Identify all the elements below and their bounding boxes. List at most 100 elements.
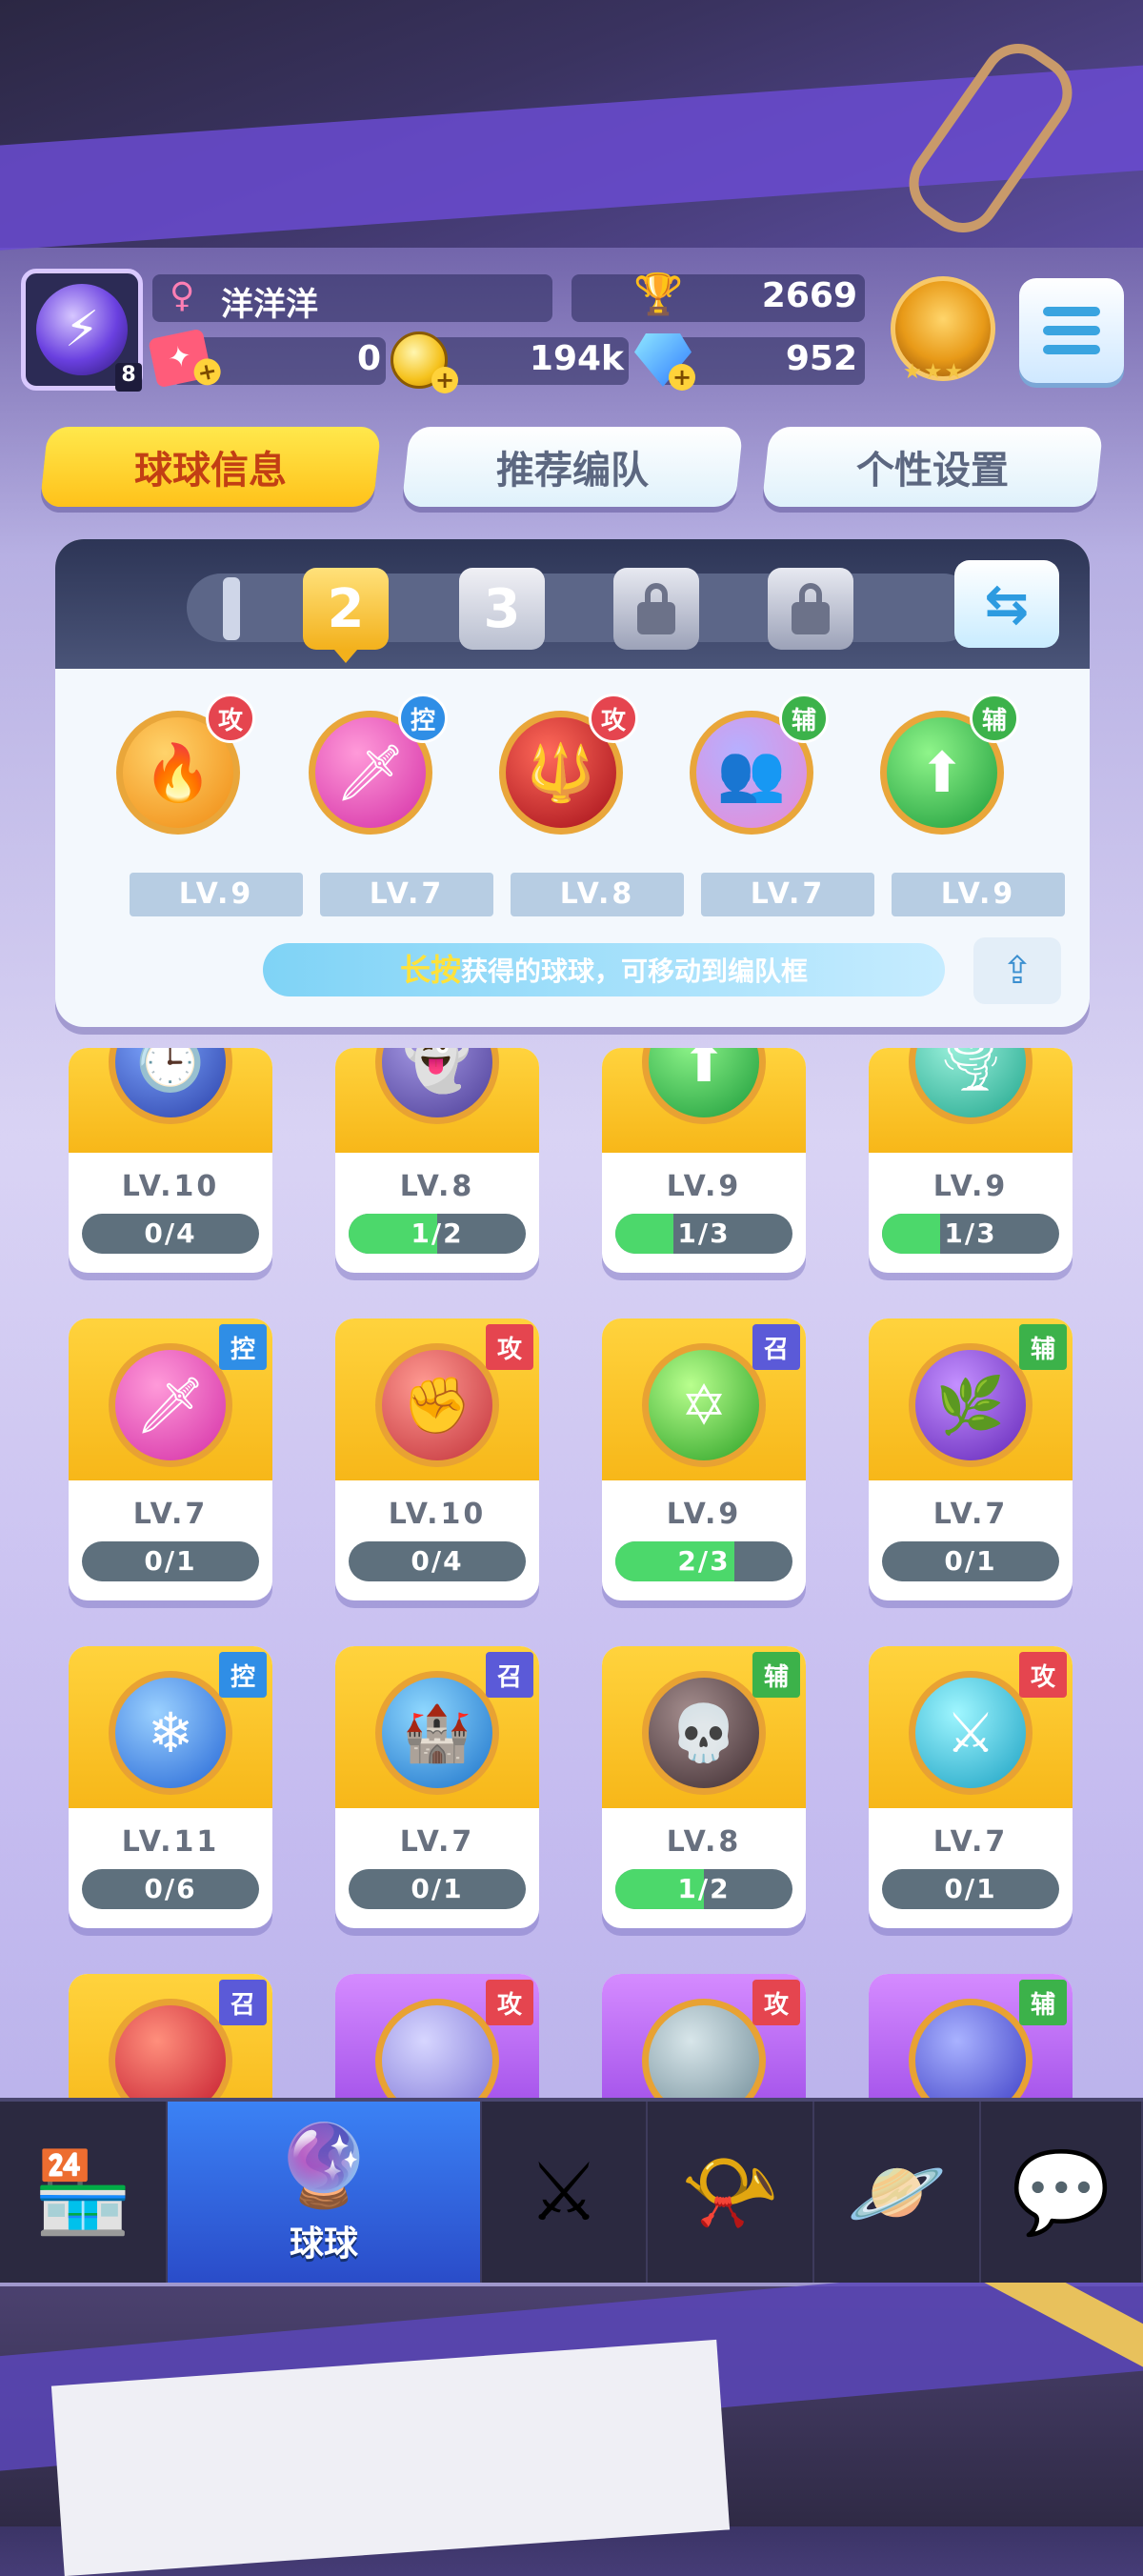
card-progress-bar: 0/1: [349, 1869, 526, 1909]
role-badge: 召: [486, 1652, 533, 1698]
ball-level: LV.7: [932, 1825, 1009, 1859]
team-ball-level: LV.9: [130, 873, 303, 916]
team-ball-level: LV.8: [511, 873, 684, 916]
ball-icon: ✡: [642, 1343, 766, 1467]
team-ball-level: LV.9: [892, 873, 1065, 916]
role-badge: 攻: [486, 1324, 533, 1370]
nav-item[interactable]: ⚔: [482, 2102, 648, 2283]
card-progress-text: 0/1: [144, 1545, 197, 1577]
role-badge: 辅: [1019, 1324, 1067, 1370]
hint-highlight: 长按: [399, 952, 461, 988]
ball-card[interactable]: ⬆ LV.9 1/3: [602, 1048, 806, 1273]
ball-card[interactable]: 💀 辅 LV.8 1/2: [602, 1646, 806, 1928]
avatar-orb-icon: ⚡: [36, 284, 128, 375]
ball-level: LV.9: [932, 1170, 1009, 1203]
role-badge: 攻: [206, 694, 255, 743]
balls-icon: 🔮: [273, 2118, 374, 2212]
ball-card[interactable]: 🏰 召 LV.7 0/1: [335, 1646, 539, 1928]
team-ball-level: LV.7: [320, 873, 493, 916]
nav-item[interactable]: 📯: [648, 2102, 814, 2283]
tab-label: 推荐编队: [496, 449, 649, 493]
team-ball[interactable]: 🔱 攻: [490, 694, 638, 844]
card-progress-text: 0/1: [944, 1545, 997, 1577]
team-slot-2[interactable]: 2: [303, 568, 389, 663]
role-badge: 辅: [970, 694, 1019, 743]
ticket-icon[interactable]: ✦ +: [148, 328, 224, 389]
team-slot-1[interactable]: [223, 577, 240, 640]
shop-icon: 🏪: [32, 2144, 133, 2239]
card-progress-bar: 0/1: [882, 1541, 1059, 1581]
ball-card[interactable]: 🕒 LV.10 0/4: [69, 1048, 272, 1273]
card-progress-text: 1/3: [944, 1218, 997, 1249]
team-ball[interactable]: 🔥 攻: [107, 694, 255, 844]
menu-button[interactable]: [1019, 278, 1124, 383]
coin-count: 194k: [529, 339, 624, 378]
nav-item[interactable]: 🔮 球球: [168, 2102, 482, 2283]
ball-card[interactable]: 🌪 LV.9 1/3: [869, 1048, 1073, 1273]
ball-level: LV.11: [121, 1825, 220, 1859]
bottom-nav: 🏪 🔮 球球 ⚔ 📯 🪐 💬: [0, 2098, 1143, 2283]
ball-icon: ✊: [375, 1343, 499, 1467]
card-progress-text: 0/1: [944, 1873, 997, 1904]
ball-level: LV.8: [666, 1825, 742, 1859]
team-ball-level: LV.7: [701, 873, 874, 916]
card-progress-text: 0/6: [144, 1873, 197, 1904]
ball-card[interactable]: ✊ 攻 LV.10 0/4: [335, 1318, 539, 1600]
tab-ball-info[interactable]: 球球信息: [39, 427, 382, 507]
tab-recommended-team[interactable]: 推荐编队: [401, 427, 744, 507]
swap-button[interactable]: ⇆: [954, 560, 1059, 648]
nav-item[interactable]: 💬: [981, 2102, 1143, 2283]
ticket-count: 0: [356, 339, 381, 378]
menu-line: [1043, 345, 1100, 354]
ball-level: LV.9: [666, 1498, 742, 1531]
coin-icon[interactable]: +: [391, 332, 458, 393]
share-button[interactable]: ⇪: [973, 937, 1061, 1004]
card-progress-text: 1/2: [677, 1873, 731, 1904]
battle-icon: ⚔: [528, 2145, 600, 2239]
team-slot-locked[interactable]: [613, 568, 699, 650]
role-badge: 攻: [752, 1980, 800, 2025]
ball-icon: 💀: [642, 1671, 766, 1795]
nav-item[interactable]: 🏪: [0, 2102, 168, 2283]
tab-label: 个性设置: [856, 449, 1009, 493]
whistle-icon: 📯: [680, 2144, 780, 2239]
chat-icon: 💬: [1011, 2144, 1112, 2239]
player-avatar[interactable]: ⚡ 8: [21, 269, 143, 392]
team-ball[interactable]: ⬆ 辅: [871, 694, 1019, 844]
share-icon: ⇪: [1001, 949, 1033, 993]
ball-card[interactable]: 🗡 控 LV.7 0/1: [69, 1318, 272, 1600]
role-badge: 控: [219, 1324, 267, 1370]
role-badge: 辅: [779, 694, 829, 743]
ball-card[interactable]: ❄ 控 LV.11 0/6: [69, 1646, 272, 1928]
nav-item[interactable]: 🪐: [814, 2102, 981, 2283]
role-badge: 辅: [752, 1652, 800, 1698]
team-ball[interactable]: 👥 辅: [680, 694, 829, 844]
ball-card[interactable]: ✡ 召 LV.9 2/3: [602, 1318, 806, 1600]
lock-icon: [637, 583, 675, 634]
card-progress-bar: 0/4: [82, 1214, 259, 1254]
ball-icon: 🌿: [909, 1343, 1033, 1467]
role-badge: 攻: [589, 694, 638, 743]
card-progress-bar: 2/3: [615, 1541, 792, 1581]
gem-plus-icon[interactable]: +: [669, 364, 695, 391]
trophy-count: 2669: [761, 276, 857, 315]
ball-level: LV.8: [399, 1170, 475, 1203]
card-progress-bar: 1/3: [615, 1214, 792, 1254]
ball-card[interactable]: 🌿 辅 LV.7 0/1: [869, 1318, 1073, 1600]
team-slot-locked[interactable]: [768, 568, 853, 650]
ball-icon: ⚔: [909, 1671, 1033, 1795]
planet-icon: 🪐: [847, 2144, 947, 2239]
ball-card[interactable]: 👻 LV.8 1/2: [335, 1048, 539, 1273]
tab-personal-settings[interactable]: 个性设置: [761, 427, 1104, 507]
gem-count: 952: [785, 339, 857, 378]
card-progress-text: 0/1: [411, 1873, 464, 1904]
long-press-hint: 长按获得的球球，可移动到编队框: [263, 943, 945, 996]
card-progress-bar: 1/2: [615, 1869, 792, 1909]
team-slot-3[interactable]: 3: [459, 568, 545, 650]
avatar-level: 8: [115, 363, 142, 392]
role-badge: 辅: [1019, 1980, 1067, 2025]
card-progress-text: 0/4: [144, 1218, 197, 1249]
team-ball[interactable]: 🗡 控: [299, 694, 448, 844]
menu-line: [1043, 307, 1100, 316]
ball-card[interactable]: ⚔ 攻 LV.7 0/1: [869, 1646, 1073, 1928]
